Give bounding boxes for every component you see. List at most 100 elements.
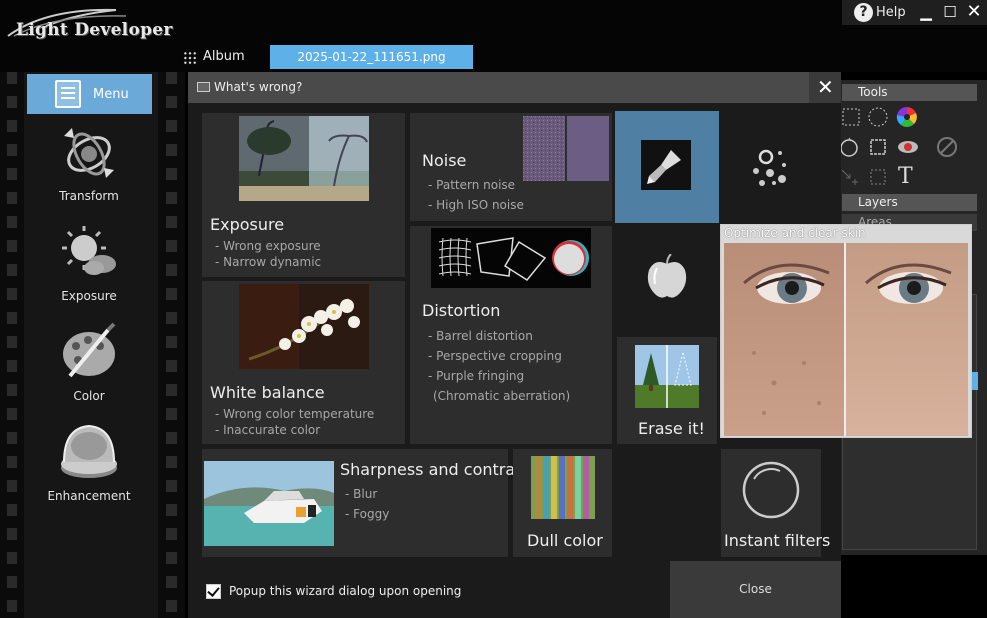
navigation-row: Album 2025-01-22_111651.png xyxy=(0,44,987,72)
card-items: - Blur - Foggy xyxy=(345,486,389,522)
exposure-thumbnail xyxy=(239,116,369,201)
tile-erase-brush[interactable] xyxy=(615,111,719,223)
card-instant-filters[interactable]: Instant filters xyxy=(721,449,830,557)
help-button[interactable]: Help xyxy=(876,5,906,20)
tile-skin-retouch[interactable] xyxy=(615,226,720,334)
card-item: - Narrow dynamic xyxy=(215,255,322,269)
apple-icon xyxy=(647,254,687,298)
card-white-balance[interactable]: White balance - Wrong color temperature … xyxy=(202,281,405,444)
card-title: Distortion xyxy=(422,301,501,320)
card-title: Dull color xyxy=(527,531,603,550)
help-icon[interactable]: ? xyxy=(854,3,873,22)
card-item: - Foggy xyxy=(345,507,390,521)
sidebar-item-color[interactable]: Color xyxy=(28,322,150,403)
card-noise[interactable]: Noise - Pattern noise - High ISO noise xyxy=(410,113,612,221)
spots-icon xyxy=(753,149,786,186)
card-dull-color[interactable]: Dull color xyxy=(513,449,612,557)
tooltip-title: Optimize and clear skin xyxy=(724,226,866,240)
card-item: - Wrong exposure xyxy=(215,239,321,253)
skin-preview-tooltip: Optimize and clear skin xyxy=(720,224,972,438)
tools-header[interactable]: Tools xyxy=(842,84,977,101)
menu-list-icon xyxy=(55,80,81,108)
menu-button[interactable]: Menu xyxy=(27,74,152,114)
noise-thumbnail xyxy=(523,116,609,181)
exposure-icon xyxy=(62,226,116,275)
file-tab[interactable]: 2025-01-22_111651.png xyxy=(270,45,473,69)
move-tool-icon[interactable] xyxy=(838,166,860,188)
card-items: - Wrong color temperature - Inaccurate c… xyxy=(215,406,374,438)
card-title: White balance xyxy=(210,383,325,402)
sidebar-item-label: Exposure xyxy=(61,289,117,303)
card-title: Erase it! xyxy=(638,419,705,438)
sharpness-thumbnail xyxy=(204,461,334,546)
sidebar-item-label: Color xyxy=(73,389,105,403)
card-items: - Barrel distortion - Perspective croppi… xyxy=(428,328,570,404)
card-distortion[interactable]: Distortion - Barrel distortion - Perspec… xyxy=(410,226,612,444)
sidebar-item-exposure[interactable]: Exposure xyxy=(28,222,150,303)
card-items: - Wrong exposure - Narrow dynamic xyxy=(215,238,321,270)
album-label: Album xyxy=(203,49,245,64)
sidebar-item-label: Transform xyxy=(59,189,119,203)
distortion-thumbnail xyxy=(431,228,591,288)
window-controls: ? Help ▁ ☐ ✕ xyxy=(842,0,987,25)
skin-preview-image xyxy=(724,243,968,436)
no-entry-icon[interactable] xyxy=(936,136,958,158)
card-item: - Pattern noise xyxy=(428,178,516,192)
close-button[interactable]: Close xyxy=(670,561,841,618)
erase-thumbnail xyxy=(635,345,699,408)
app-title: Light Developer xyxy=(16,20,173,40)
red-eye-icon[interactable] xyxy=(897,136,919,158)
card-erase-it[interactable]: Erase it! xyxy=(617,337,717,444)
card-exposure[interactable]: Exposure - Wrong exposure - Narrow dynam… xyxy=(202,113,405,277)
popup-wizard-checkbox[interactable] xyxy=(206,584,221,599)
card-item: (Chromatic aberration) xyxy=(433,389,571,403)
close-icon: ✕ xyxy=(817,75,834,99)
top-bar: Light Developer ? Help ▁ ☐ ✕ xyxy=(0,0,987,44)
white-balance-thumbnail xyxy=(239,284,369,369)
rect-select-icon[interactable] xyxy=(840,106,862,128)
card-title: Exposure xyxy=(210,215,285,234)
card-item: - Barrel distortion xyxy=(428,329,533,343)
card-items: - Pattern noise - High ISO noise xyxy=(428,177,524,213)
ellipse-select-icon[interactable] xyxy=(867,106,889,128)
card-item: - Wrong color temperature xyxy=(215,407,375,421)
sidebar-item-label: Enhancement xyxy=(47,489,131,503)
card-title: Instant filters xyxy=(724,531,831,550)
card-item: - High ISO noise xyxy=(428,198,524,212)
card-title: Sharpness and contrast xyxy=(340,460,530,479)
text-tool-icon[interactable]: T xyxy=(898,164,920,189)
card-sharpness[interactable]: Sharpness and contrast - Blur - Foggy xyxy=(202,449,530,557)
card-item: - Perspective cropping xyxy=(428,349,562,363)
dialog-title-bar: What's wrong? ✕ xyxy=(188,72,841,103)
enhancement-compact-icon xyxy=(61,424,117,478)
maximize-button[interactable]: ☐ xyxy=(940,2,960,22)
healing-apple-icon[interactable] xyxy=(838,136,860,158)
color-palette-icon xyxy=(63,322,116,378)
menu-label: Menu xyxy=(93,87,129,102)
transform-select-icon[interactable] xyxy=(867,166,889,188)
dull-color-thumbnail xyxy=(531,456,595,519)
grid-icon xyxy=(183,51,197,65)
card-item: - Purple fringing xyxy=(428,369,525,383)
transform-icon xyxy=(64,128,114,178)
instant-filters-icon xyxy=(742,461,800,519)
window-icon xyxy=(197,82,210,92)
crop-select-icon[interactable] xyxy=(867,136,889,158)
minimize-button[interactable]: ▁ xyxy=(916,2,936,22)
sidebar-item-enhancement[interactable]: Enhancement xyxy=(28,422,150,503)
card-item: - Inaccurate color xyxy=(215,423,321,437)
brush-icon xyxy=(641,140,691,190)
layers-header[interactable]: Layers xyxy=(842,194,977,211)
color-wheel-icon[interactable] xyxy=(896,106,918,128)
film-strip-decoration-right xyxy=(158,72,185,618)
dialog-title: What's wrong? xyxy=(214,80,303,94)
left-sidebar: Menu Transform Exposure Color Enhancemen… xyxy=(0,72,185,618)
close-window-button[interactable]: ✕ xyxy=(964,2,984,22)
dialog-close-button[interactable]: ✕ xyxy=(809,72,841,103)
card-title: Noise xyxy=(422,151,467,170)
sidebar-item-transform[interactable]: Transform xyxy=(28,122,150,203)
tile-spot-removal[interactable] xyxy=(720,111,821,223)
film-strip-decoration xyxy=(0,72,24,618)
popup-wizard-label[interactable]: Popup this wizard dialog upon opening xyxy=(229,584,461,598)
card-item: - Blur xyxy=(345,487,378,501)
